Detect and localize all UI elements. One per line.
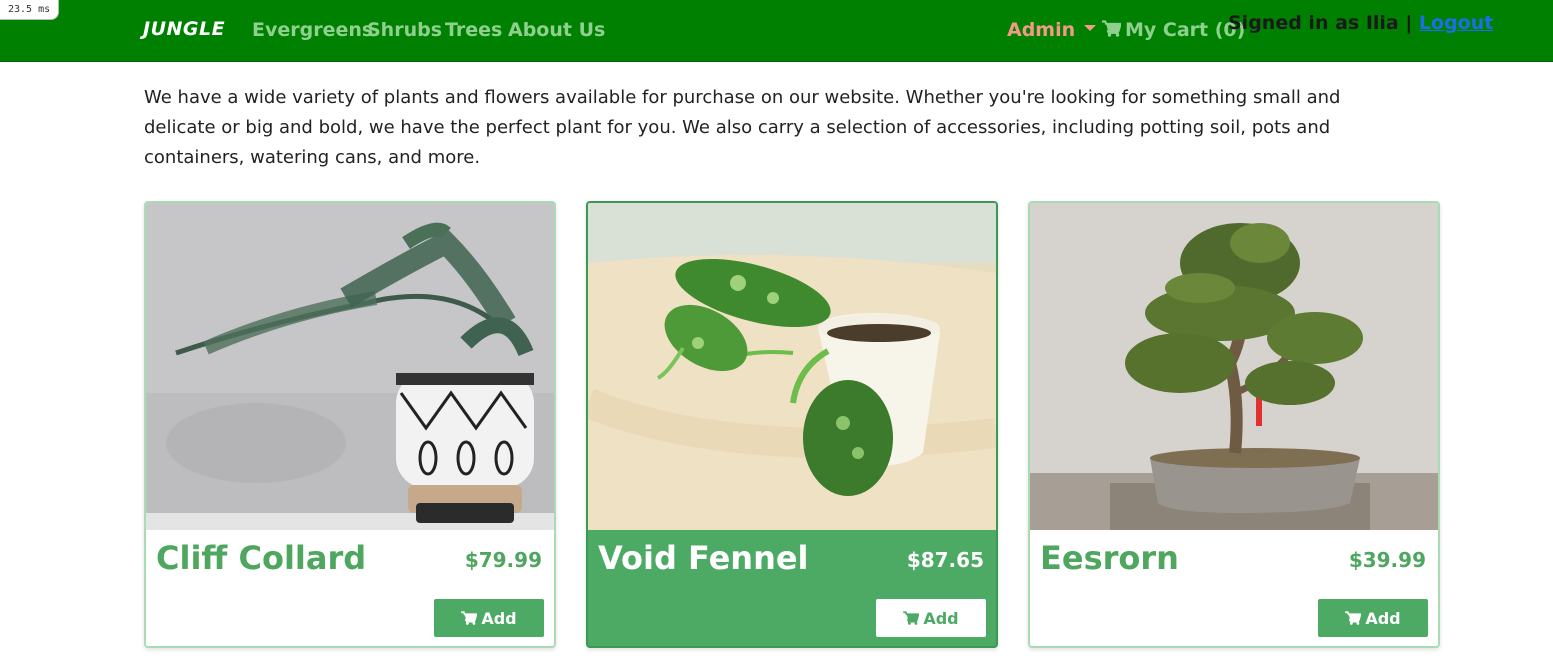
intro-paragraph: We have a wide variety of plants and flo…: [144, 87, 1341, 168]
brand-logo[interactable]: JUNGLE: [143, 18, 225, 40]
caret-down-icon: [1084, 24, 1097, 31]
product-price: $87.65: [906, 548, 984, 572]
add-button-label: Add: [481, 608, 517, 628]
product-name: Cliff Collard: [156, 539, 367, 577]
add-to-cart-button[interactable]: Add: [1318, 599, 1428, 637]
nav-link-trees[interactable]: Trees: [445, 19, 502, 41]
top-navbar: JUNGLE Evergreens Shrubs Trees About Us …: [0, 0, 1553, 62]
product-image[interactable]: [1030, 203, 1438, 530]
nav-link-about-us[interactable]: About Us: [508, 19, 605, 41]
nav-link-shrubs[interactable]: Shrubs: [367, 19, 442, 41]
product-image[interactable]: [146, 203, 554, 530]
product-image[interactable]: [588, 203, 996, 530]
signed-in-text: Signed in as Ilia |: [1228, 12, 1419, 34]
product-name: Void Fennel: [598, 539, 809, 577]
signed-in-status: Signed in as Ilia | Logout: [1228, 12, 1493, 34]
admin-dropdown-label: Admin: [1007, 19, 1076, 41]
my-cart-link[interactable]: My Cart (0): [1102, 19, 1245, 41]
product-card[interactable]: Eesrorn $39.99 Add: [1028, 201, 1440, 648]
add-button-label: Add: [923, 608, 959, 628]
admin-dropdown[interactable]: Admin: [1007, 19, 1097, 41]
shopping-cart-icon: [461, 611, 478, 625]
product-name: Eesrorn: [1040, 539, 1179, 577]
add-button-label: Add: [1365, 608, 1401, 628]
logout-link[interactable]: Logout: [1419, 12, 1493, 34]
add-to-cart-button[interactable]: Add: [434, 599, 544, 637]
shopping-cart-icon: [903, 611, 920, 625]
product-price: $79.99: [464, 548, 542, 572]
product-card[interactable]: Cliff Collard $79.99 Add: [144, 201, 556, 648]
add-to-cart-button[interactable]: Add: [876, 599, 986, 637]
product-card[interactable]: Void Fennel $87.65 Add: [586, 201, 998, 648]
shopping-cart-icon: [1102, 20, 1121, 37]
nav-link-evergreens[interactable]: Evergreens: [252, 19, 373, 41]
render-timing-badge: 23.5 ms: [0, 0, 60, 20]
shopping-cart-icon: [1345, 611, 1362, 625]
product-price: $39.99: [1348, 548, 1426, 572]
